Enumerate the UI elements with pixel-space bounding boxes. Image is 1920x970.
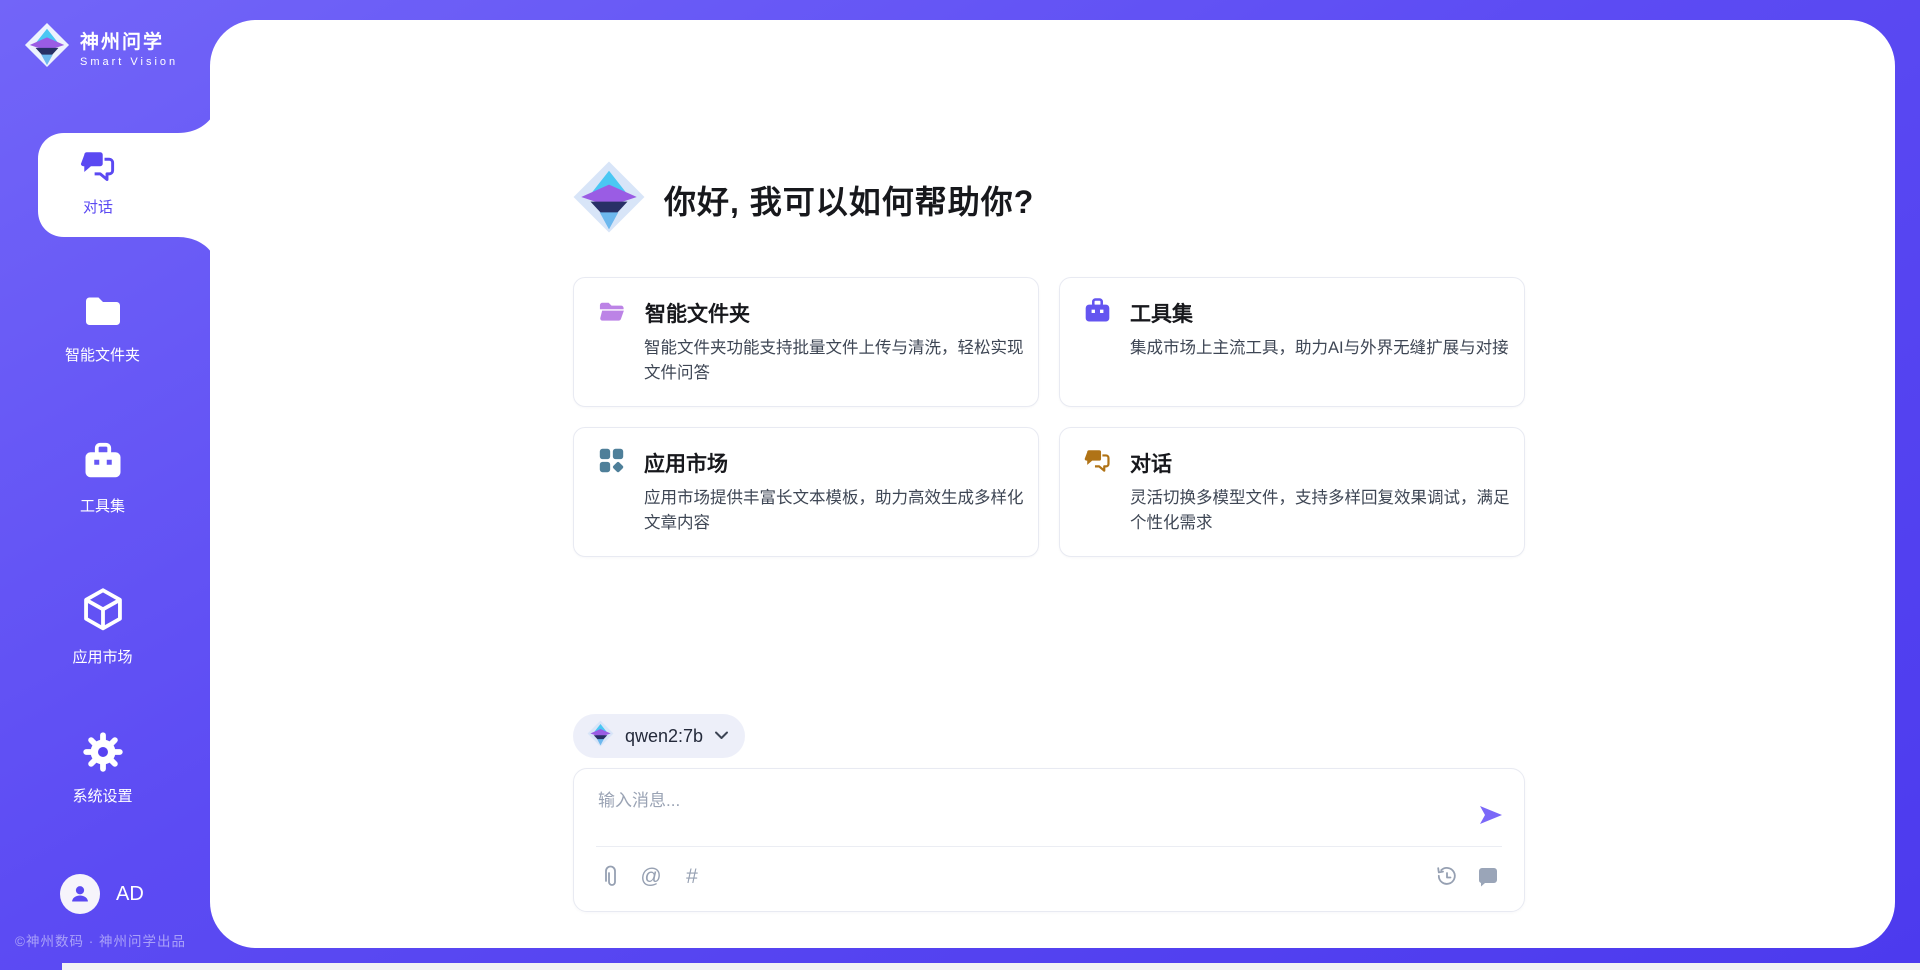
sidebar-item-label: 对话 — [38, 196, 158, 217]
folder-icon — [0, 294, 205, 333]
card-title: 工具集 — [1130, 298, 1193, 328]
hash-icon: # — [686, 866, 698, 888]
model-name: qwen2:7b — [625, 726, 703, 747]
comment-icon — [1477, 867, 1499, 887]
card-app-market[interactable]: 应用市场 应用市场提供丰富长文本模板，助力高效生成多样化文章内容 — [573, 427, 1039, 557]
avatar — [60, 874, 100, 914]
sidebar-item-toolkit[interactable]: 工具集 — [0, 441, 205, 516]
card-smart-folder[interactable]: 智能文件夹 智能文件夹功能支持批量文件上传与清洗，轻松实现文件问答 — [573, 277, 1039, 407]
main-panel: 你好, 我可以如何帮助你? 智能文件夹 智能文件夹功能支持批量文件上传与清洗，轻… — [210, 20, 1895, 948]
message-input[interactable] — [598, 786, 1418, 838]
app-logo: 神州问学 Smart Vision — [24, 22, 178, 73]
briefcase-icon — [0, 441, 205, 486]
copyright-text: ©神州数码 · 神州问学出品 — [15, 930, 186, 950]
chat-bubbles-icon — [80, 148, 116, 189]
send-button[interactable] — [1476, 801, 1506, 831]
app-title: 神州问学 — [80, 27, 178, 54]
sidebar-item-label: 工具集 — [0, 495, 205, 516]
sidebar-item-label: 应用市场 — [0, 646, 205, 667]
comment-button[interactable] — [1476, 865, 1500, 889]
sidebar-item-label: 系统设置 — [0, 785, 205, 806]
mention-button[interactable]: @ — [639, 865, 663, 889]
brand-diamond-icon — [587, 720, 614, 752]
brand-diamond-icon — [24, 22, 70, 73]
sidebar-item-smart-folder[interactable]: 智能文件夹 — [0, 294, 205, 365]
greeting-title: 你好, 我可以如何帮助你? — [664, 177, 1034, 223]
card-title: 应用市场 — [644, 448, 728, 478]
gear-icon — [0, 731, 205, 778]
grid-icon — [598, 447, 625, 479]
sidebar-item-label: 智能文件夹 — [0, 344, 205, 365]
history-button[interactable] — [1435, 865, 1459, 889]
composer-tools-right — [1435, 865, 1500, 889]
feature-cards: 智能文件夹 智能文件夹功能支持批量文件上传与清洗，轻松实现文件问答 工具集 集成… — [573, 277, 1525, 557]
sidebar-item-app-market[interactable]: 应用市场 — [0, 586, 205, 667]
cube-icon — [0, 586, 205, 639]
send-icon — [1478, 803, 1504, 827]
composer-divider — [596, 846, 1502, 847]
chevron-down-icon — [714, 727, 729, 745]
card-toolkit[interactable]: 工具集 集成市场上主流工具，助力AI与外界无缝扩展与对接 — [1059, 277, 1525, 407]
card-description: 智能文件夹功能支持批量文件上传与清洗，轻松实现文件问答 — [644, 336, 1036, 386]
history-icon — [1436, 866, 1458, 888]
user-profile[interactable]: AD — [60, 874, 144, 914]
attach-file-button[interactable] — [598, 865, 622, 889]
sidebar-item-settings[interactable]: 系统设置 — [0, 731, 205, 806]
user-name: AD — [116, 883, 144, 906]
message-composer: @ # — [573, 768, 1525, 912]
topic-button[interactable]: # — [680, 865, 704, 889]
app-root: 神州问学 Smart Vision 对话 智能文件夹 — [0, 0, 1920, 970]
card-title: 对话 — [1130, 448, 1172, 478]
card-description: 集成市场上主流工具，助力AI与外界无缝扩展与对接 — [1130, 336, 1522, 361]
folder-open-icon — [598, 297, 626, 329]
card-description: 灵活切换多模型文件，支持多样回复效果调试，满足个性化需求 — [1130, 486, 1522, 536]
at-icon: @ — [640, 866, 661, 888]
card-title: 智能文件夹 — [645, 298, 750, 328]
card-chat[interactable]: 对话 灵活切换多模型文件，支持多样回复效果调试，满足个性化需求 — [1059, 427, 1525, 557]
model-selector[interactable]: qwen2:7b — [573, 714, 745, 758]
composer-tools-left: @ # — [598, 865, 704, 889]
briefcase-icon — [1084, 297, 1111, 329]
horizontal-scrollbar[interactable] — [62, 963, 1920, 970]
card-description: 应用市场提供丰富长文本模板，助力高效生成多样化文章内容 — [644, 486, 1036, 536]
person-icon — [68, 882, 92, 906]
sidebar-item-chat[interactable]: 对话 — [38, 97, 210, 273]
greeting-block: 你好, 我可以如何帮助你? — [572, 160, 1034, 239]
paperclip-icon — [603, 865, 618, 889]
app-subtitle: Smart Vision — [80, 56, 178, 68]
chat-bubbles-icon — [1084, 447, 1111, 479]
brand-diamond-icon — [572, 160, 646, 239]
